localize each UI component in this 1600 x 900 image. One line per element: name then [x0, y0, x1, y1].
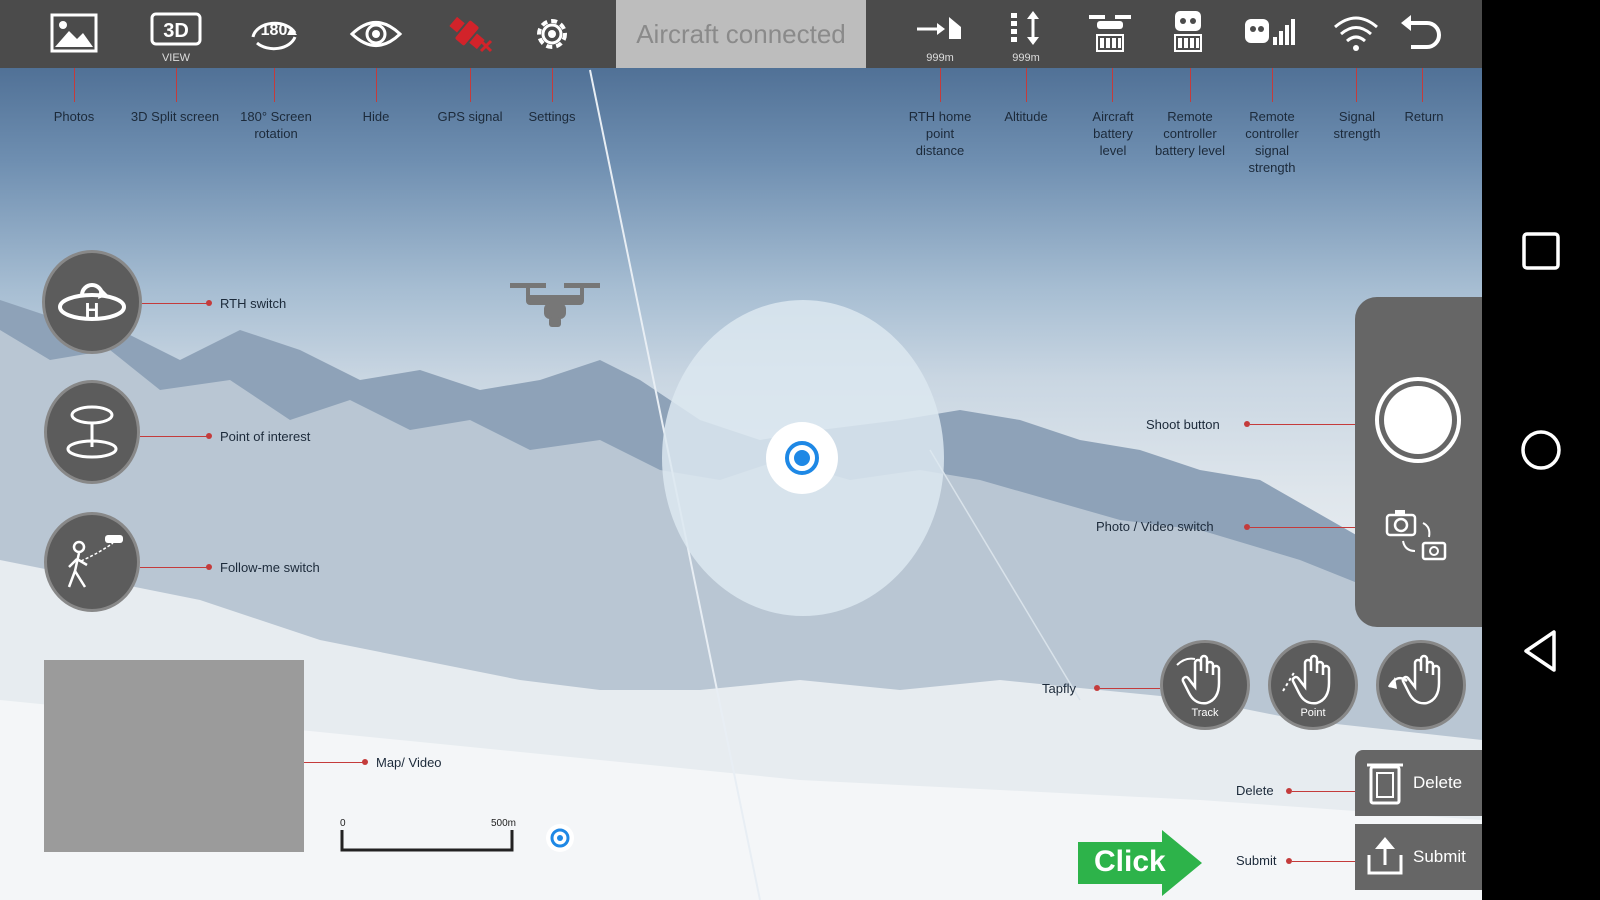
- callout-gps: GPS signal: [437, 109, 503, 124]
- callout-shoot: Shoot button: [1146, 417, 1220, 432]
- callout-signal: Signal strength: [1333, 109, 1381, 141]
- callout-tapfly: Tapfly: [1042, 681, 1076, 696]
- click-hint-arrow[interactable]: Click: [1078, 830, 1204, 896]
- photos-icon: [50, 13, 98, 53]
- gps-signal-indicator: [440, 4, 500, 64]
- rotation-text: 180: [260, 22, 288, 39]
- altitude-indicator: 999m: [996, 4, 1056, 64]
- camera-view: 3D VIEW 180 Aircraft connected 999m 999m: [0, 0, 1482, 900]
- point-label: Point: [1300, 707, 1326, 719]
- map-video-toggle[interactable]: [44, 660, 304, 852]
- trash-icon: [1367, 763, 1403, 805]
- upload-icon: [1367, 837, 1403, 875]
- callout-hide: Hide: [362, 109, 390, 124]
- draw-route-button[interactable]: [1376, 640, 1466, 730]
- callout-rth-distance: RTH home point distance: [908, 109, 972, 158]
- callout-submit: Submit: [1236, 853, 1277, 868]
- 3d-view-sublabel: VIEW: [161, 52, 191, 64]
- connection-status: Aircraft connected: [616, 0, 866, 68]
- callout-map-video: Map/ Video: [376, 755, 442, 770]
- screen-rotation-button[interactable]: 180: [244, 4, 304, 64]
- callout-aircraft-battery: Aircraft battery level: [1092, 109, 1134, 158]
- callout-follow-me: Follow-me switch: [220, 560, 320, 575]
- return-arrow-icon: [1401, 15, 1441, 49]
- callout-delete: Delete: [1236, 783, 1274, 798]
- svg-text:3D: 3D: [163, 20, 189, 42]
- callout-rc-battery: Remote controller battery level: [1154, 109, 1226, 158]
- system-navigation-bar: [1482, 0, 1600, 900]
- track-label: Track: [1191, 707, 1219, 719]
- virtual-joystick[interactable]: [662, 300, 944, 616]
- drone-icon: [510, 283, 600, 327]
- recent-apps-icon[interactable]: [1516, 226, 1566, 276]
- top-toolbar: 3D VIEW 180 Aircraft connected 999m 999m: [0, 0, 1482, 68]
- callout-rth-switch: RTH switch: [220, 296, 287, 311]
- delete-label: Delete: [1413, 773, 1463, 792]
- point-of-interest-icon: [66, 405, 118, 459]
- rth-icon: H: [58, 283, 126, 322]
- shoot-button[interactable]: [1375, 377, 1461, 463]
- map-scale-bar: 0 500m: [340, 818, 516, 854]
- click-label: Click: [1094, 845, 1166, 878]
- hide-button[interactable]: [346, 4, 406, 64]
- joystick-target-icon: [785, 441, 819, 475]
- wifi-icon: [1334, 16, 1378, 51]
- callout-photos: Photos: [53, 109, 95, 124]
- home-icon[interactable]: [1516, 425, 1566, 475]
- location-marker-icon[interactable]: [544, 822, 576, 854]
- gear-icon: [537, 19, 567, 49]
- gps-satellite-off-icon: [449, 16, 493, 53]
- callout-settings: Settings: [528, 109, 576, 124]
- rc-signal-indicator: [1240, 4, 1300, 64]
- back-icon[interactable]: [1516, 626, 1566, 676]
- eye-icon: [349, 21, 403, 47]
- submit-label: Submit: [1413, 847, 1466, 866]
- aircraft-battery-icon: [1089, 15, 1131, 52]
- rc-battery-icon: [1174, 11, 1202, 52]
- callout-rc-signal: Remote controller signal strength: [1245, 109, 1299, 175]
- aircraft-battery-indicator: [1080, 4, 1140, 64]
- 3d-split-button[interactable]: 3D VIEW: [146, 4, 206, 64]
- callout-3d-split: 3D Split screen: [130, 109, 220, 124]
- callout-return: Return: [1404, 109, 1444, 124]
- svg-text:H: H: [85, 300, 99, 322]
- joystick-thumb[interactable]: [766, 422, 838, 494]
- callout-poi: Point of interest: [220, 429, 311, 444]
- hand-point-icon: [1282, 654, 1331, 705]
- photo-video-switch-icon[interactable]: [1383, 505, 1453, 565]
- signal-strength-indicator: [1326, 4, 1386, 64]
- track-button[interactable]: Track: [1160, 640, 1250, 730]
- rc-signal-icon: [1245, 19, 1295, 45]
- point-button[interactable]: Point: [1268, 640, 1358, 730]
- rth-switch-button[interactable]: H: [42, 250, 142, 354]
- photos-button[interactable]: [44, 4, 104, 64]
- submit-button[interactable]: Submit: [1355, 824, 1482, 890]
- hand-track-icon: [1176, 654, 1221, 705]
- callout-photo-video: Photo / Video switch: [1096, 519, 1214, 534]
- hand-draw-icon: [1387, 654, 1441, 705]
- follow-me-icon: [67, 535, 123, 588]
- return-button[interactable]: [1392, 4, 1452, 64]
- callout-altitude: Altitude: [1004, 109, 1048, 124]
- follow-me-button[interactable]: [44, 512, 140, 612]
- shoot-panel: [1355, 297, 1482, 627]
- poi-button[interactable]: [44, 380, 140, 484]
- callout-rotation: 180° Screen rotation: [240, 109, 312, 141]
- rth-distance-indicator: 999m: [910, 4, 970, 64]
- settings-button[interactable]: [522, 4, 582, 64]
- rc-battery-indicator: [1158, 4, 1218, 64]
- delete-button[interactable]: Delete: [1355, 750, 1482, 816]
- altitude-value: 999m: [1012, 52, 1040, 64]
- rth-distance-value: 999m: [926, 52, 954, 64]
